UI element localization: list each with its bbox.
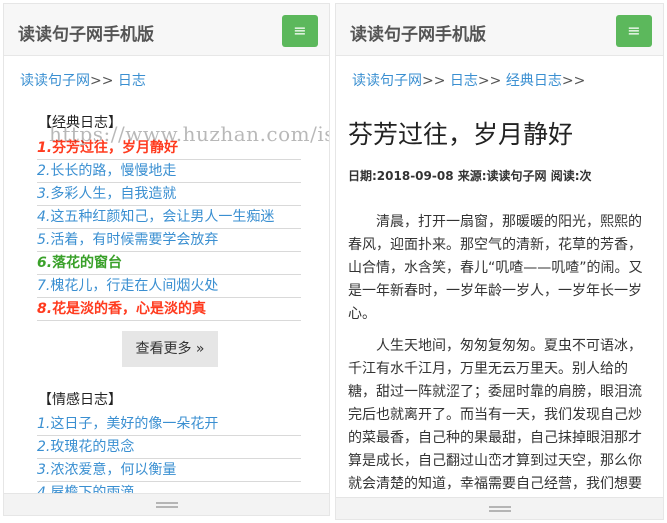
breadcrumb-separator: >> xyxy=(90,73,114,89)
list-item-number: 8. xyxy=(37,301,53,317)
breadcrumb-separator: >> xyxy=(422,73,446,89)
article-paragraph: 清晨，打开一扇窗，那暖暖的阳光，熙熙的春风，迎面扑来。那空气的清新，花草的芳香，… xyxy=(348,214,643,322)
drag-handle-icon[interactable] xyxy=(488,506,511,512)
site-header: 读读句子网手机版 ≡ xyxy=(336,4,663,56)
list-item[interactable]: 8.花是淡的香，心是淡的真 xyxy=(37,298,301,321)
view-more-button[interactable]: 查看更多 » xyxy=(122,331,218,367)
list-item-link[interactable]: 长长的路，慢慢地走 xyxy=(50,163,176,179)
breadcrumb-home-link[interactable]: 读读句子网 xyxy=(352,73,422,89)
list-item[interactable]: 3.浓浓爱意，何以衡量 xyxy=(37,459,301,482)
diary-list-phone: 读读句子网手机版 ≡ 读读句子网>> 日志 【经典日志】 1.芬芳过往，岁月静好… xyxy=(3,3,330,516)
hamburger-icon: ≡ xyxy=(293,21,307,40)
menu-button[interactable]: ≡ xyxy=(616,15,652,47)
list-item[interactable]: 2.长长的路，慢慢地走 xyxy=(37,160,301,183)
emotion-diary-list: 1.这日子，美好的像一朵花开2.玫瑰花的思念3.浓浓爱意，何以衡量4.屋檐下的雨… xyxy=(37,413,301,505)
list-item-link[interactable]: 这日子，美好的像一朵花开 xyxy=(50,416,218,432)
breadcrumb-category-link[interactable]: 经典日志 xyxy=(506,73,562,89)
article-phone: 读读句子网手机版 ≡ 读读句子网>> 日志>> 经典日志>> 芬芳过往，岁月静好… xyxy=(335,3,664,520)
list-item-link[interactable]: 浓浓爱意，何以衡量 xyxy=(50,462,176,478)
list-item-number: 3. xyxy=(37,462,51,478)
list-item-link[interactable]: 玫瑰花的思念 xyxy=(50,439,134,455)
site-title[interactable]: 读读句子网手机版 xyxy=(18,20,154,45)
section-title-emotion: 【情感日志】 xyxy=(38,392,122,408)
list-item-number: 4. xyxy=(37,209,51,225)
list-item[interactable]: 5.活着，有时候需要学会放弃 xyxy=(37,229,301,252)
list-item[interactable]: 1.这日子，美好的像一朵花开 xyxy=(37,413,301,436)
breadcrumb-home-link[interactable]: 读读句子网 xyxy=(20,73,90,89)
list-item[interactable]: 6.落花的窗台 xyxy=(37,252,301,275)
list-item-number: 2. xyxy=(37,163,51,179)
list-item[interactable]: 2.玫瑰花的思念 xyxy=(37,436,301,459)
article-paragraph: 人生天地间，匆匆复匆匆。夏虫不可语冰，千江有水千江月，万里无云万里天。别人给的糖… xyxy=(348,338,642,515)
watermark-text: https://www.huzhan.com/ishop45592 xyxy=(49,122,329,146)
list-item-number: 6. xyxy=(37,255,53,271)
list-item-number: 2. xyxy=(37,439,51,455)
breadcrumb-diary-link[interactable]: 日志 xyxy=(118,73,146,89)
list-item[interactable]: 7.槐花儿，行走在人间烟火处 xyxy=(37,275,301,298)
bottom-bar xyxy=(336,497,663,519)
bottom-bar xyxy=(4,493,329,515)
menu-button[interactable]: ≡ xyxy=(282,15,318,47)
list-item-link[interactable]: 活着，有时候需要学会放弃 xyxy=(50,232,218,248)
article-meta: 日期:2018-09-08 来源:读读句子网 阅读:次 xyxy=(348,169,592,183)
list-item-number: 3. xyxy=(37,186,51,202)
site-title[interactable]: 读读句子网手机版 xyxy=(350,20,486,45)
classic-diary-list: 1.芬芳过往，岁月静好 2.长长的路，慢慢地走 3.多彩人生，自我造就 4.这五种红颜… xyxy=(37,137,301,321)
breadcrumb-diary-link[interactable]: 日志 xyxy=(450,73,478,89)
list-item-link[interactable]: 花是淡的香，心是淡的真 xyxy=(52,301,206,317)
article-title: 芬芳过往，岁月静好 xyxy=(348,120,574,149)
breadcrumb-separator: >> xyxy=(561,73,586,89)
hamburger-icon: ≡ xyxy=(627,21,641,40)
list-item[interactable]: 3.多彩人生，自我造就 xyxy=(37,183,301,206)
breadcrumb: 读读句子网>> 日志>> 经典日志>> xyxy=(352,70,585,90)
list-item-number: 1. xyxy=(37,416,51,432)
list-item[interactable]: 4.这五种红颜知己，会让男人一生痴迷 xyxy=(37,206,301,229)
list-item-link[interactable]: 这五种红颜知己，会让男人一生痴迷 xyxy=(50,209,274,225)
drag-handle-icon[interactable] xyxy=(155,502,178,508)
breadcrumb: 读读句子网>> 日志 xyxy=(20,70,146,90)
list-item-number: 7. xyxy=(37,278,51,294)
breadcrumb-separator: >> xyxy=(477,73,502,89)
site-header: 读读句子网手机版 ≡ xyxy=(4,4,329,56)
list-item-number: 5. xyxy=(37,232,51,248)
list-item-link[interactable]: 落花的窗台 xyxy=(52,255,122,271)
list-item-link[interactable]: 槐花儿，行走在人间烟火处 xyxy=(50,278,218,294)
list-item-link[interactable]: 多彩人生，自我造就 xyxy=(50,186,176,202)
